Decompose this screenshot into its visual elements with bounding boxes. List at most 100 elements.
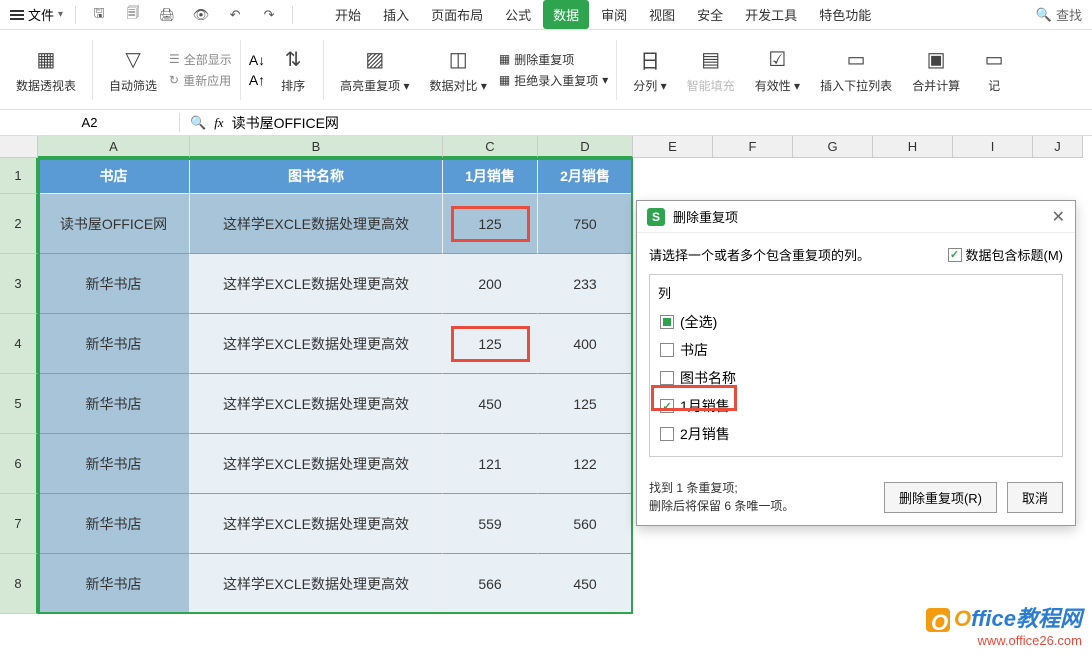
table-header-cell[interactable]: 1月销售	[443, 158, 538, 194]
row-header-4[interactable]: 4	[0, 314, 38, 374]
file-menu-button[interactable]: 文件 ▾	[10, 5, 63, 24]
cancel-button[interactable]: 取消	[1007, 482, 1063, 513]
save-icon[interactable]: 🖫	[88, 4, 110, 26]
table-cell[interactable]: 这样学EXCLE数据处理更高效	[190, 254, 443, 314]
search-area[interactable]: 🔍 查找	[1036, 5, 1082, 24]
table-cell[interactable]: 这样学EXCLE数据处理更高效	[190, 194, 443, 254]
row-header-8[interactable]: 8	[0, 554, 38, 614]
table-cell[interactable]: 450	[443, 374, 538, 434]
table-cell[interactable]: 566	[443, 554, 538, 614]
table-cell[interactable]: 400	[538, 314, 633, 374]
table-cell[interactable]: 这样学EXCLE数据处理更高效	[190, 314, 443, 374]
text-to-columns-button[interactable]: 日 分列 ▾	[625, 34, 674, 106]
row-header-7[interactable]: 7	[0, 494, 38, 554]
tab-公式[interactable]: 公式	[495, 0, 541, 29]
tab-页面布局[interactable]: 页面布局	[421, 0, 493, 29]
table-cell[interactable]: 122	[538, 434, 633, 494]
table-cell[interactable]: 559	[443, 494, 538, 554]
column-header-I[interactable]: I	[953, 136, 1033, 158]
reapply-button[interactable]: ↻重新应用	[169, 72, 232, 89]
formula-input[interactable]	[232, 115, 632, 131]
pivot-table-button[interactable]: ▦ 数据透视表	[8, 34, 84, 106]
table-cell[interactable]: 新华书店	[38, 434, 190, 494]
table-cell[interactable]: 新华书店	[38, 374, 190, 434]
name-box[interactable]: A2	[0, 113, 180, 132]
table-cell[interactable]: 这样学EXCLE数据处理更高效	[190, 374, 443, 434]
print-preview-icon[interactable]: 👁	[190, 4, 212, 26]
column-header-C[interactable]: C	[443, 136, 538, 158]
tab-视图[interactable]: 视图	[639, 0, 685, 29]
remove-duplicates-button[interactable]: ▦删除重复项	[499, 51, 608, 68]
table-cell[interactable]: 这样学EXCLE数据处理更高效	[190, 554, 443, 614]
print-icon[interactable]: 🖨	[156, 4, 178, 26]
table-cell[interactable]: 200	[443, 254, 538, 314]
column-checkbox-2月销售[interactable]: 2月销售	[658, 420, 1054, 448]
row-header-3[interactable]: 3	[0, 254, 38, 314]
sort-button[interactable]: ⇅ 排序	[271, 34, 315, 106]
table-cell[interactable]: 125	[443, 314, 538, 374]
table-header-cell[interactable]: 图书名称	[190, 158, 443, 194]
table-header-cell[interactable]: 书店	[38, 158, 190, 194]
table-cell[interactable]: 125	[538, 374, 633, 434]
table-cell[interactable]: 新华书店	[38, 494, 190, 554]
highlight-duplicates-button[interactable]: ▨ 高亮重复项 ▾	[332, 34, 417, 106]
table-cell[interactable]: 新华书店	[38, 254, 190, 314]
row-header-5[interactable]: 5	[0, 374, 38, 434]
search-label: 查找	[1056, 5, 1082, 24]
column-checkbox-图书名称[interactable]: 图书名称	[658, 364, 1054, 392]
tab-数据[interactable]: 数据	[543, 0, 589, 29]
consolidate-button[interactable]: ▣ 合并计算	[904, 34, 968, 106]
redo-icon[interactable]: ↷	[258, 4, 280, 26]
tab-审阅[interactable]: 审阅	[591, 0, 637, 29]
table-cell[interactable]: 125	[443, 194, 538, 254]
sort-desc-icon[interactable]: A↑	[249, 72, 265, 88]
column-header-F[interactable]: F	[713, 136, 793, 158]
tab-开发工具[interactable]: 开发工具	[735, 0, 807, 29]
table-header-cell[interactable]: 2月销售	[538, 158, 633, 194]
select-all-checkbox[interactable]: (全选)	[658, 308, 1054, 336]
tab-开始[interactable]: 开始	[325, 0, 371, 29]
row-header-2[interactable]: 2	[0, 194, 38, 254]
table-cell[interactable]: 121	[443, 434, 538, 494]
tab-插入[interactable]: 插入	[373, 0, 419, 29]
column-checkbox-书店[interactable]: 书店	[658, 336, 1054, 364]
select-all-corner[interactable]	[0, 136, 38, 158]
table-cell[interactable]: 450	[538, 554, 633, 614]
record-button[interactable]: ▭ 记	[972, 34, 1016, 106]
auto-filter-button[interactable]: ▽ 自动筛选	[101, 34, 165, 106]
has-header-checkbox[interactable]: 数据包含标题(M)	[948, 245, 1064, 264]
column-checkbox-1月销售[interactable]: 1月销售	[658, 392, 1054, 420]
save-as-icon[interactable]: 🗐	[122, 4, 144, 26]
table-cell[interactable]: 750	[538, 194, 633, 254]
show-all-button[interactable]: ☰全部显示	[169, 51, 232, 68]
fx-icon[interactable]: fx	[214, 115, 223, 131]
zoom-icon[interactable]: 🔍	[190, 115, 206, 131]
insert-dropdown-button[interactable]: ▭ 插入下拉列表	[812, 34, 900, 106]
tab-特色功能[interactable]: 特色功能	[809, 0, 881, 29]
table-cell[interactable]: 新华书店	[38, 554, 190, 614]
ok-button[interactable]: 删除重复项(R)	[884, 482, 997, 513]
column-header-A[interactable]: A	[38, 136, 190, 158]
validation-button[interactable]: ☑ 有效性 ▾	[747, 34, 808, 106]
dialog-titlebar: S 删除重复项 ✕	[637, 201, 1075, 233]
tab-安全[interactable]: 安全	[687, 0, 733, 29]
column-header-G[interactable]: G	[793, 136, 873, 158]
reject-duplicates-button[interactable]: ▦拒绝录入重复项 ▾	[499, 72, 608, 89]
column-header-D[interactable]: D	[538, 136, 633, 158]
table-cell[interactable]: 233	[538, 254, 633, 314]
row-header-1[interactable]: 1	[0, 158, 38, 194]
close-icon[interactable]: ✕	[1052, 207, 1065, 227]
table-cell[interactable]: 这样学EXCLE数据处理更高效	[190, 494, 443, 554]
table-cell[interactable]: 这样学EXCLE数据处理更高效	[190, 434, 443, 494]
column-header-H[interactable]: H	[873, 136, 953, 158]
row-header-6[interactable]: 6	[0, 434, 38, 494]
column-header-E[interactable]: E	[633, 136, 713, 158]
table-cell[interactable]: 读书屋OFFICE网	[38, 194, 190, 254]
column-header-B[interactable]: B	[190, 136, 443, 158]
column-header-J[interactable]: J	[1033, 136, 1083, 158]
sort-asc-icon[interactable]: A↓	[249, 52, 265, 68]
undo-icon[interactable]: ↶	[224, 4, 246, 26]
data-compare-button[interactable]: ◫ 数据对比 ▾	[422, 34, 495, 106]
table-cell[interactable]: 560	[538, 494, 633, 554]
table-cell[interactable]: 新华书店	[38, 314, 190, 374]
